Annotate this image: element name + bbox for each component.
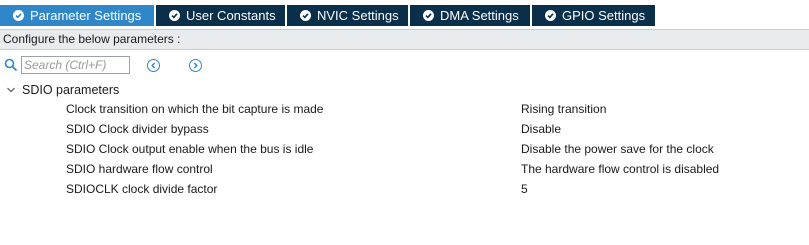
next-result-button[interactable] [189, 58, 202, 72]
param-value[interactable]: 5 [521, 179, 528, 199]
tab-dma-settings[interactable]: DMA Settings [410, 5, 530, 26]
param-row[interactable]: SDIOCLK clock divide factor 5 [0, 179, 809, 199]
search-input[interactable] [21, 56, 130, 74]
chevron-right-icon [193, 62, 198, 68]
tab-bar: Parameter Settings User Constants NVIC S… [0, 5, 809, 26]
tab-label: User Constants [186, 8, 276, 23]
param-name: SDIO Clock divider bypass [66, 122, 209, 136]
tab-parameter-settings[interactable]: Parameter Settings [0, 5, 154, 26]
check-circle-icon [423, 10, 434, 21]
previous-result-button[interactable] [147, 58, 160, 72]
search-row [4, 55, 202, 75]
param-name: SDIO hardware flow control [66, 162, 213, 176]
param-value[interactable]: Rising transition [521, 99, 606, 119]
param-row[interactable]: Clock transition on which the bit captur… [0, 99, 809, 119]
search-icon[interactable] [4, 58, 18, 72]
tab-label: Parameter Settings [30, 8, 142, 23]
group-label: SDIO parameters [22, 83, 120, 97]
check-circle-icon [545, 10, 556, 21]
tab-label: DMA Settings [440, 8, 519, 23]
param-name: Clock transition on which the bit captur… [66, 102, 324, 116]
tab-user-constants[interactable]: User Constants [156, 5, 285, 26]
tab-gpio-settings[interactable]: GPIO Settings [532, 5, 655, 26]
chevron-down-icon[interactable] [6, 85, 16, 95]
param-name: SDIO Clock output enable when the bus is… [66, 142, 314, 156]
check-circle-icon [13, 10, 24, 21]
check-circle-icon [169, 10, 180, 21]
configure-banner: Configure the below parameters : [0, 29, 809, 50]
param-value[interactable]: The hardware flow control is disabled [521, 159, 719, 179]
param-value[interactable]: Disable the power save for the clock [521, 139, 714, 159]
tab-nvic-settings[interactable]: NVIC Settings [287, 5, 408, 26]
param-row[interactable]: SDIO hardware flow control The hardware … [0, 159, 809, 179]
param-value[interactable]: Disable [521, 119, 561, 139]
param-name: SDIOCLK clock divide factor [66, 182, 218, 196]
param-row[interactable]: SDIO Clock divider bypass Disable [0, 119, 809, 139]
sdio-parameters-group[interactable]: SDIO parameters [6, 81, 119, 99]
param-row[interactable]: SDIO Clock output enable when the bus is… [0, 139, 809, 159]
check-circle-icon [300, 10, 311, 21]
chevron-left-icon [151, 62, 156, 68]
tab-label: NVIC Settings [317, 8, 399, 23]
tab-label: GPIO Settings [562, 8, 646, 23]
